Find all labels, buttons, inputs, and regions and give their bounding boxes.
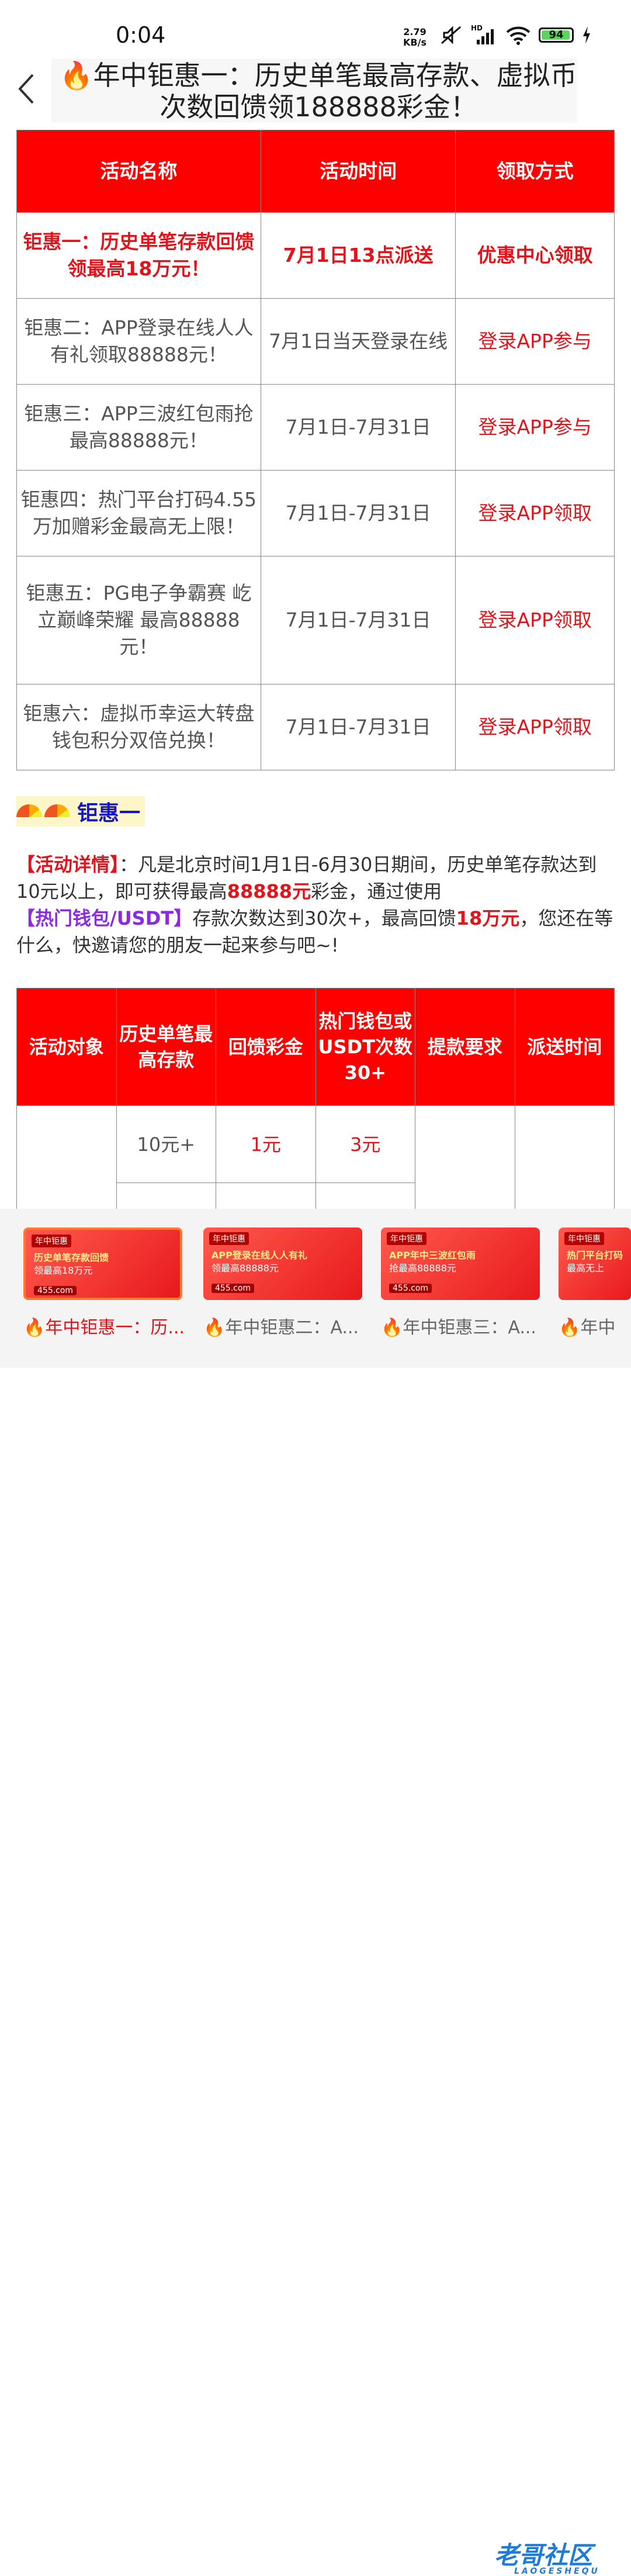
activity-method: 登录APP领取 [455,470,615,556]
status-time: 0:04 [116,22,166,48]
table-header: 活动时间 [260,130,456,213]
activity-method: 登录APP参与 [455,298,615,385]
section-title: 钜惠一 [77,801,141,825]
battery-icon: 94 [539,27,574,43]
table-header: 活动名称 [16,130,261,213]
section-heading: 钜惠一 [16,796,145,827]
activity-time: 7月1日-7月31日 [260,556,456,684]
table-header: 活动对象 [16,988,117,1106]
table-header: 领取方式 [455,130,615,213]
rainbow-icon [44,804,70,817]
detail-wallet: 【热门钱包/USDT】 [16,907,193,929]
activity-detail: 【活动详情】：凡是北京时间1月1日-6月30日期间，历史单笔存款达到10元以上，… [16,853,613,956]
charging-icon [583,26,590,44]
send-time-cell [514,1105,615,1218]
detail-amount: 88888元 [227,880,311,903]
detail-max: 18万元 [456,907,520,929]
activity-method: 登录APP参与 [455,384,615,471]
activity-time: 7月1日-7月31日 [260,684,456,770]
deposit-cell: 10元+ [116,1105,216,1183]
target-cell [16,1105,117,1218]
svg-text:HD: HD [471,25,483,32]
table-row: 钜惠三：APP三波红包雨抢最高88888元！ 7月1日-7月31日 登录APP参… [16,384,615,471]
activity-method: 登录APP领取 [455,556,615,684]
table-header: 回馈彩金 [216,988,316,1106]
table-row: 钜惠六：虚拟币幸运大转盘钱包积分双倍兑换！ 7月1日-7月31日 登录APP领取 [16,684,615,770]
article-thumbnail[interactable]: 年中钜惠 APP年中三波红包雨 抢最高88888元 455.com [381,1228,540,1300]
table-header: 派送时间 [514,988,615,1106]
activity-name: 钜惠二：APP登录在线人人有礼领取88888元！ [16,298,261,385]
article-thumbnail[interactable]: 年中钜惠 APP登录在线人人有礼 领最高88888元 455.com [203,1228,362,1300]
activity-time: 7月1日-7月31日 [260,384,456,471]
activity-name: 钜惠六：虚拟币幸运大转盘钱包积分双倍兑换！ [16,684,261,770]
rainbow-icon [16,804,42,817]
activity-time: 7月1日-7月31日 [260,470,456,556]
status-bar: 0:04 2.79 KB/s HD 94 [0,0,631,53]
signal-icon: HD [471,25,494,44]
table-header: 历史单笔最高存款 [116,988,216,1106]
table-row: 钜惠一：历史单笔存款回馈领最高18万元！ 7月1日13点派送 优惠中心领取 [16,212,615,299]
article-thumbnail[interactable]: 年中钜惠 热门平台打码 最高无上 [559,1228,631,1300]
article-caption[interactable]: 🔥年中钜惠三：A... [381,1313,550,1339]
back-arrow-icon[interactable] [15,71,39,106]
activity-name: 钜惠三：APP三波红包雨抢最高88888元！ [16,384,261,471]
wallet-cell: 3元 [315,1105,415,1183]
article-caption[interactable]: 🔥年中钜惠二：A... [203,1313,373,1339]
table-row: 钜惠二：APP登录在线人人有礼领取88888元！ 7月1日当天登录在线 登录AP… [16,298,615,385]
table-header: 热门钱包或USDT次数30+ [315,988,415,1106]
activity-method: 登录APP领取 [455,684,615,770]
mute-icon [441,26,461,44]
bonus-cell: 1元 [216,1105,316,1183]
activity-summary-table: 活动名称 活动时间 领取方式 钜惠一：历史单笔存款回馈领最高18万元！ 7月1日… [16,130,615,770]
wifi-icon [506,26,531,45]
table-row: 10元+ 1元 3元 [16,1105,615,1218]
activity-name: 钜惠一：历史单笔存款回馈领最高18万元！ [16,212,261,299]
article-thumbnail[interactable]: 年中钜惠 历史单笔存款回馈 领最高18万元 455.com [23,1228,182,1300]
table-row: 钜惠五：PG电子争霸赛 屹立巅峰荣耀 最高88888元！ 7月1日-7月31日 … [16,556,615,684]
withdraw-cell [415,1105,515,1218]
activity-method: 优惠中心领取 [455,212,615,299]
bonus-table: 活动对象 历史单笔最高存款 回馈彩金 热门钱包或USDT次数30+ 提款要求 派… [16,988,615,1218]
activity-name: 钜惠五：PG电子争霸赛 屹立巅峰荣耀 最高88888元！ [16,556,261,684]
table-header: 提款要求 [415,988,515,1106]
article-caption[interactable]: 🔥年中 [559,1313,631,1339]
watermark-logo: 老哥社区 LAOGESHEQU [494,2541,600,2576]
activity-time: 7月1日当天登录在线 [260,298,456,385]
activity-time: 7月1日13点派送 [260,212,456,299]
page-header: 🔥年中钜惠一：历史单笔最高存款、虚拟币次数回馈领188888彩金！ [0,54,631,127]
detail-label: 【活动详情】 [16,853,120,876]
related-articles-bar: 年中钜惠 历史单笔存款回馈 领最高18万元 455.com 🔥年中钜惠一：历..… [0,1209,631,2576]
page-title: 🔥年中钜惠一：历史单笔最高存款、虚拟币次数回馈领188888彩金！ [60,60,577,123]
activity-name: 钜惠四：热门平台打码4.55万加赠彩金最高无上限！ [16,470,261,556]
status-icons: HD 94 [439,25,591,46]
article-caption[interactable]: 🔥年中钜惠一：历... [23,1313,193,1339]
table-row: 钜惠四：热门平台打码4.55万加赠彩金最高无上限！ 7月1日-7月31日 登录A… [16,470,615,556]
network-speed: 2.79 KB/s [403,26,427,48]
